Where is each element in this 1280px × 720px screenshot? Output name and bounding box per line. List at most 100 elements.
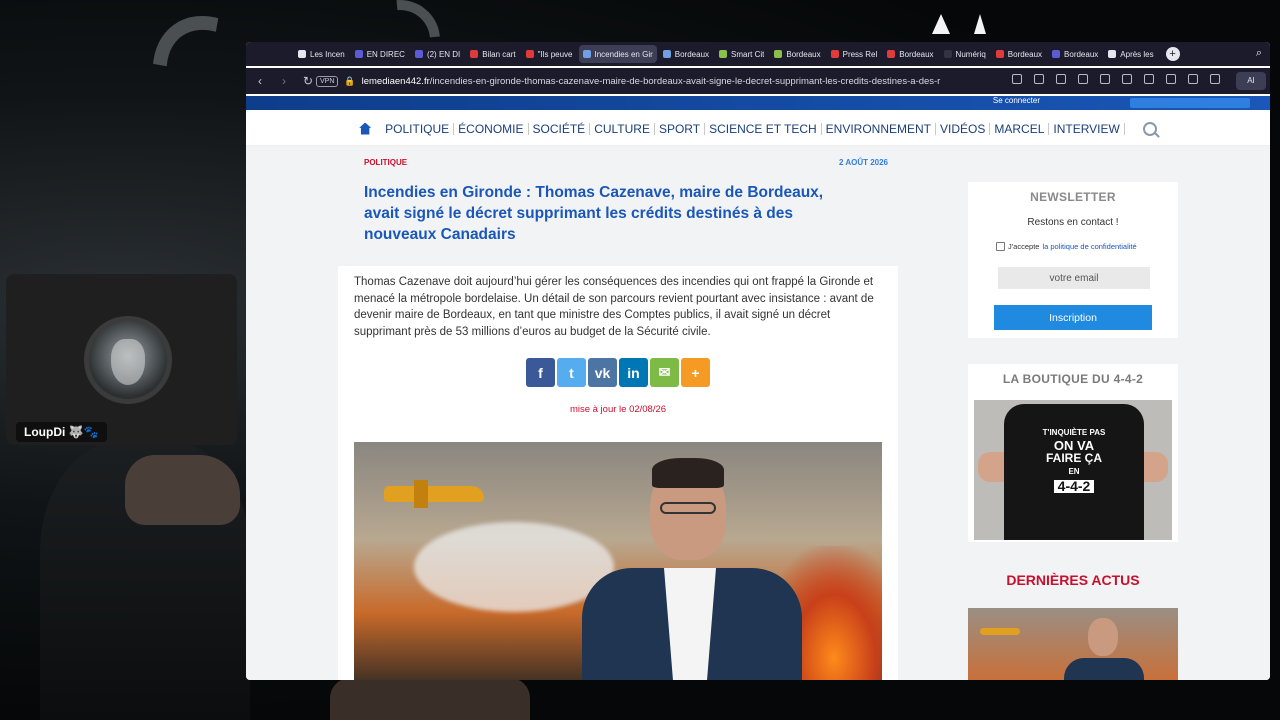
favicon-icon — [582, 50, 591, 58]
consent-checkbox[interactable] — [996, 242, 1005, 251]
vpn-badge[interactable]: VPN — [316, 75, 339, 87]
favicon-icon — [1052, 50, 1061, 58]
cube-icon[interactable] — [1100, 74, 1110, 84]
reload-icon[interactable]: ↻ — [302, 74, 314, 88]
address-bar[interactable]: VPN 🔒 lemediaen442.fr/incendies-en-giron… — [316, 70, 1036, 92]
browser-window: Les Incen EN DIREC (2) EN DI Bilan cart "Ils… — [246, 42, 1270, 680]
back-icon[interactable]: ‹ — [254, 74, 266, 88]
browser-tab[interactable]: (2) EN DI — [411, 45, 464, 63]
water-drop-smoke — [414, 522, 614, 612]
menu-item[interactable]: VIDÉOS — [936, 122, 991, 135]
browser-tab[interactable]: Bordeaux — [1048, 45, 1102, 63]
facebook-share-icon[interactable]: f — [526, 358, 555, 387]
favicon-icon — [719, 50, 728, 58]
menu-item[interactable]: POLITIQUE — [381, 122, 455, 135]
favicon-icon — [887, 50, 896, 58]
privacy-link[interactable]: la politique de confidentialité — [1042, 242, 1136, 251]
email-field[interactable] — [998, 267, 1150, 289]
browser-tab[interactable]: Incendies en Gir — [578, 45, 657, 63]
wolf-avatar-icon — [111, 339, 145, 385]
browser-tab[interactable]: EN DIREC — [351, 45, 409, 63]
share-bar: f t vk in ✉ + — [526, 358, 710, 387]
browser-tab[interactable]: Numériq — [940, 45, 990, 63]
browser-tab[interactable]: Bordeaux — [992, 45, 1046, 63]
menu-item[interactable]: INTERVIEW — [1049, 122, 1125, 135]
menu-item[interactable]: ÉCONOMIE — [454, 122, 529, 135]
shirt-line: 4-4-2 — [1053, 479, 1095, 493]
play-icon[interactable] — [1122, 74, 1132, 84]
menu-item[interactable]: SPORT — [655, 122, 706, 135]
menu-item[interactable]: SCIENCE ET TECH — [705, 122, 822, 135]
tab-search-icon[interactable]: ⌕ — [1256, 47, 1262, 60]
browser-tab[interactable]: Bilan cart — [466, 45, 519, 63]
browser-tab[interactable]: Les Incen — [294, 45, 349, 63]
tshirt: T'INQUIÈTE PAS ON VA FAIRE ÇA EN 4-4-2 — [1004, 404, 1144, 540]
site-topstrip: Se connecter — [246, 96, 1270, 110]
consent-row: J'accepte la politique de confidentialit… — [996, 242, 1137, 251]
browser-tab[interactable]: Bordeaux — [883, 45, 937, 63]
ai-button[interactable]: AI — [1236, 72, 1266, 90]
latest-news-thumbnail[interactable] — [968, 608, 1178, 680]
tab-label: Bilan cart — [482, 49, 516, 59]
tab-label: (2) EN DI — [426, 49, 461, 59]
shop-title: LA BOUTIQUE DU 4-4-2 — [1002, 372, 1144, 386]
figure-hand — [125, 455, 240, 525]
browser-tab[interactable]: Bordeaux — [659, 45, 713, 63]
shield-icon[interactable] — [1078, 74, 1088, 84]
home-icon[interactable] — [359, 122, 372, 135]
avatar — [84, 316, 172, 404]
person-head — [1088, 618, 1118, 656]
browser-tab[interactable]: Smart Cit — [715, 45, 768, 63]
search-icon[interactable] — [1142, 121, 1157, 136]
favicon-icon — [298, 50, 306, 58]
tshirt-print: T'INQUIÈTE PAS ON VA FAIRE ÇA EN 4-4-2 — [1004, 426, 1144, 493]
shirt-line: FAIRE ÇA — [1045, 451, 1102, 465]
menu-item[interactable]: CULTURE — [590, 122, 655, 135]
profile-icon[interactable] — [1210, 74, 1220, 84]
login-link[interactable]: Se connecter — [993, 96, 1040, 105]
site-main-menu: POLITIQUE ÉCONOMIE SOCIÉTÉ CULTURE SPORT SCIE… — [246, 112, 1270, 146]
twitter-share-icon[interactable]: t — [557, 358, 586, 387]
more-share-icon[interactable]: + — [681, 358, 710, 387]
menu-item[interactable]: ENVIRONNEMENT — [822, 122, 937, 135]
tshirt-image[interactable]: T'INQUIÈTE PAS ON VA FAIRE ÇA EN 4-4-2 — [974, 400, 1172, 540]
browser-tab[interactable]: Bordeaux — [770, 45, 824, 63]
article-category[interactable]: POLITIQUE — [364, 158, 407, 167]
forward-icon[interactable]: › — [278, 74, 290, 88]
favicon-icon — [830, 50, 839, 58]
vk-share-icon[interactable]: vk — [588, 358, 617, 387]
tab-label: Bordeaux — [1007, 49, 1043, 59]
webcam-tile: LoupDi 🐺🐾 — [6, 274, 237, 445]
linkedin-share-icon[interactable]: in — [619, 358, 648, 387]
figure-hand — [330, 678, 530, 720]
shirt-line: EN — [1068, 467, 1080, 476]
tab-label: Numériq — [955, 49, 986, 59]
lock-icon[interactable]: 🔒 — [344, 76, 355, 87]
browser-tab[interactable]: Press Rel — [827, 45, 882, 63]
browser-tab[interactable]: Après les — [1104, 45, 1157, 63]
new-tab-button[interactable]: + — [1165, 47, 1180, 61]
canadair-wing — [414, 480, 428, 508]
menu-icon[interactable] — [1188, 74, 1198, 84]
menu-item[interactable]: MARCEL — [990, 122, 1050, 135]
camera-icon[interactable] — [1056, 74, 1066, 84]
email-share-icon[interactable]: ✉ — [650, 358, 679, 387]
menu-item[interactable]: SOCIÉTÉ — [529, 122, 591, 135]
tab-label: Bordeaux — [786, 49, 821, 59]
nav-bar: ‹ › ↻ VPN 🔒 lemediaen442.fr/incendies-en… — [246, 68, 1270, 94]
consent-text: J'accepte — [1008, 242, 1040, 251]
signup-button[interactable]: Inscription — [994, 305, 1152, 330]
heart-icon[interactable] — [1144, 74, 1154, 84]
article-body: Thomas Cazenave doit aujourd’hui gérer l… — [338, 266, 898, 680]
download-icon[interactable] — [1166, 74, 1176, 84]
update-note: mise à jour le 02/08/26 — [569, 404, 667, 415]
browser-tab[interactable]: "Ils peuve — [522, 45, 577, 63]
favicon-icon — [1108, 50, 1117, 58]
topstrip-button[interactable] — [1130, 98, 1250, 108]
newsletter-widget: NEWSLETTER Restons en contact ! J'accept… — [968, 182, 1178, 338]
reader-icon[interactable] — [1012, 74, 1022, 84]
latest-news-title: DERNIÈRES ACTUS — [1006, 572, 1140, 588]
tab-label: Les Incen — [310, 49, 345, 59]
pip-icon[interactable] — [1034, 74, 1044, 84]
url-text[interactable]: lemediaen442.fr/incendies-en-gironde-tho… — [362, 76, 1022, 87]
